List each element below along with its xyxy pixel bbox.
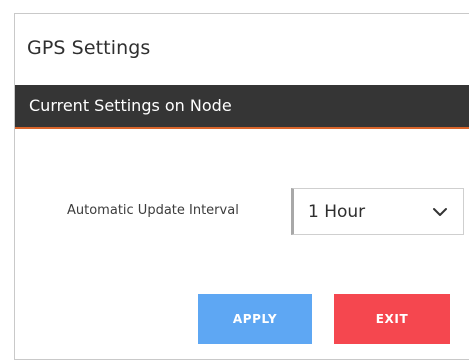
gps-settings-dialog: GPS Settings Current Settings on Node Au… xyxy=(14,13,469,360)
update-interval-value: 1 Hour xyxy=(308,202,366,222)
apply-button[interactable]: APPLY xyxy=(198,294,312,344)
update-interval-label: Automatic Update Interval xyxy=(67,203,239,218)
chevron-down-icon xyxy=(433,208,447,216)
exit-button[interactable]: EXIT xyxy=(334,294,450,344)
section-header: Current Settings on Node xyxy=(15,85,469,129)
update-interval-select[interactable]: 1 Hour xyxy=(291,188,464,235)
dialog-title: GPS Settings xyxy=(27,37,151,59)
section-header-label: Current Settings on Node xyxy=(29,96,232,115)
